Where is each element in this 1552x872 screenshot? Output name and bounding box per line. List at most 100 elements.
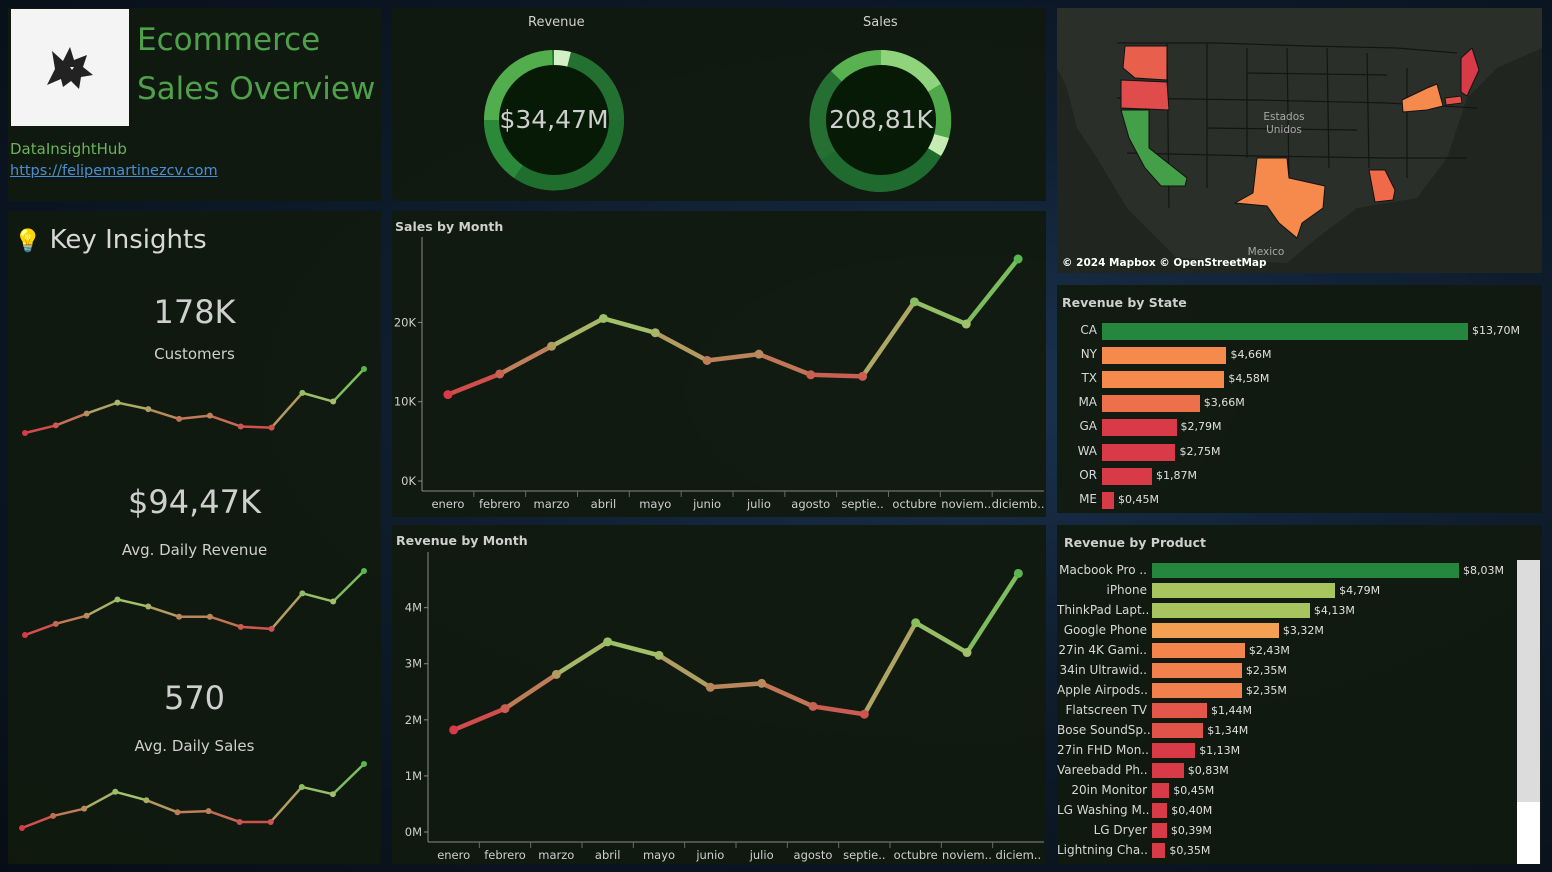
product-list-scrollbar[interactable] — [1517, 560, 1540, 864]
bar[interactable] — [1102, 395, 1200, 413]
bar[interactable] — [1152, 703, 1208, 718]
data-point[interactable] — [547, 341, 557, 351]
data-point[interactable] — [495, 369, 505, 379]
data-point[interactable] — [911, 618, 921, 628]
bar[interactable] — [1102, 323, 1468, 340]
data-point[interactable] — [205, 808, 212, 815]
bar-row[interactable]: ME $0,45M — [1057, 490, 1537, 510]
bar-row[interactable]: Macbook Pro .. $8,03M — [1057, 561, 1537, 581]
bar[interactable] — [1152, 743, 1196, 758]
bar[interactable] — [1102, 443, 1176, 461]
bar-row[interactable]: MA $3,66M — [1057, 393, 1537, 413]
bar-row[interactable]: 20in Monitor $0,45M — [1057, 781, 1537, 801]
data-point[interactable] — [174, 809, 181, 816]
data-point[interactable] — [909, 297, 919, 307]
data-point[interactable] — [551, 669, 561, 679]
data-point[interactable] — [237, 423, 244, 430]
bar-row[interactable]: LG Dryer $0,39M — [1057, 821, 1537, 841]
bar-row[interactable]: Bose SoundSp.. $1,34M — [1057, 721, 1537, 741]
data-point[interactable] — [702, 355, 712, 365]
data-point[interactable] — [361, 366, 367, 372]
data-point[interactable] — [449, 725, 459, 735]
data-point[interactable] — [650, 328, 660, 338]
data-point[interactable] — [754, 349, 764, 359]
bar-row[interactable]: iPhone $4,79M — [1057, 581, 1537, 601]
data-point[interactable] — [145, 603, 152, 610]
data-point[interactable] — [329, 791, 336, 798]
data-point[interactable] — [206, 412, 213, 419]
data-point[interactable] — [962, 648, 972, 658]
data-point[interactable] — [268, 625, 275, 632]
data-point[interactable] — [22, 632, 28, 638]
bar-row[interactable]: CA $13,70M — [1057, 321, 1537, 341]
bar[interactable] — [1152, 643, 1245, 658]
product-list-scroll-thumb[interactable] — [1517, 560, 1540, 802]
data-point[interactable] — [859, 709, 869, 719]
data-point[interactable] — [81, 805, 88, 812]
data-point[interactable] — [500, 704, 510, 714]
bar[interactable] — [1152, 723, 1204, 738]
bar[interactable] — [1152, 823, 1167, 838]
bar[interactable] — [1152, 603, 1310, 618]
bar[interactable] — [1152, 583, 1336, 598]
bar-row[interactable]: Apple Airpods.. $2,35M — [1057, 681, 1537, 701]
bar-row[interactable]: Google Phone $3,32M — [1057, 621, 1537, 641]
data-point[interactable] — [83, 410, 90, 417]
bar-row[interactable]: Flatscreen TV $1,44M — [1057, 701, 1537, 721]
website-link[interactable]: https://felipemartinezcv.com — [10, 163, 218, 179]
data-point[interactable] — [654, 650, 664, 660]
data-point[interactable] — [52, 620, 59, 627]
customers-sparkline[interactable] — [8, 361, 381, 441]
data-point[interactable] — [143, 797, 150, 804]
data-point[interactable] — [705, 682, 715, 692]
data-point[interactable] — [858, 371, 868, 381]
data-point[interactable] — [961, 319, 971, 329]
data-point[interactable] — [268, 424, 275, 431]
data-point[interactable] — [22, 430, 28, 436]
data-point[interactable] — [808, 701, 818, 711]
bar[interactable] — [1102, 491, 1115, 509]
data-point[interactable] — [361, 568, 367, 574]
data-point[interactable] — [443, 390, 453, 400]
data-point[interactable] — [19, 825, 25, 831]
data-point[interactable] — [1013, 254, 1023, 264]
bar-row[interactable]: OR $1,87M — [1057, 466, 1537, 486]
bar[interactable] — [1152, 843, 1166, 858]
data-point[interactable] — [237, 623, 244, 630]
usa-map[interactable]: Estados Unidos Mexico — [1057, 8, 1542, 273]
usa-map-panel[interactable]: Estados Unidos Mexico © 2024 Mapbox © Op… — [1057, 8, 1542, 273]
data-point[interactable] — [176, 415, 183, 422]
data-point[interactable] — [361, 761, 367, 767]
data-point[interactable] — [114, 596, 121, 603]
data-point[interactable] — [52, 422, 59, 429]
bar[interactable] — [1102, 371, 1225, 389]
data-point[interactable] — [267, 818, 274, 825]
sales-by-month-chart[interactable]: 0K 10K 20K enero febrero marzo abril mayo junio j… — [392, 211, 1046, 517]
bar[interactable] — [1102, 467, 1152, 485]
bar-row[interactable]: GA $2,79M — [1057, 417, 1537, 437]
data-point[interactable] — [806, 370, 816, 380]
bar[interactable] — [1152, 803, 1168, 818]
data-point[interactable] — [206, 613, 213, 620]
data-point[interactable] — [50, 812, 57, 819]
data-point[interactable] — [298, 783, 305, 790]
data-point[interactable] — [299, 389, 306, 396]
bar-row[interactable]: LG Washing M.. $0,40M — [1057, 801, 1537, 821]
bar-row[interactable]: TX $4,58M — [1057, 369, 1537, 389]
bar[interactable] — [1152, 763, 1184, 778]
data-point[interactable] — [330, 598, 337, 605]
map-attribution[interactable]: © 2024 Mapbox © OpenStreetMap — [1062, 257, 1267, 269]
data-point[interactable] — [112, 788, 119, 795]
data-point[interactable] — [145, 406, 152, 413]
data-point[interactable] — [1013, 568, 1023, 578]
bar-row[interactable]: 27in 4K Gami.. $2,43M — [1057, 641, 1537, 661]
bar[interactable] — [1102, 347, 1227, 365]
bar-row[interactable]: NY $4,66M — [1057, 345, 1537, 365]
data-point[interactable] — [603, 637, 613, 647]
bar-row[interactable]: 34in Ultrawid.. $2,35M — [1057, 661, 1537, 681]
bar-row[interactable]: WA $2,75M — [1057, 442, 1537, 462]
data-point[interactable] — [757, 678, 767, 688]
data-point[interactable] — [299, 590, 306, 597]
avg-daily-sales-sparkline[interactable] — [8, 756, 381, 836]
bar[interactable] — [1152, 563, 1459, 578]
